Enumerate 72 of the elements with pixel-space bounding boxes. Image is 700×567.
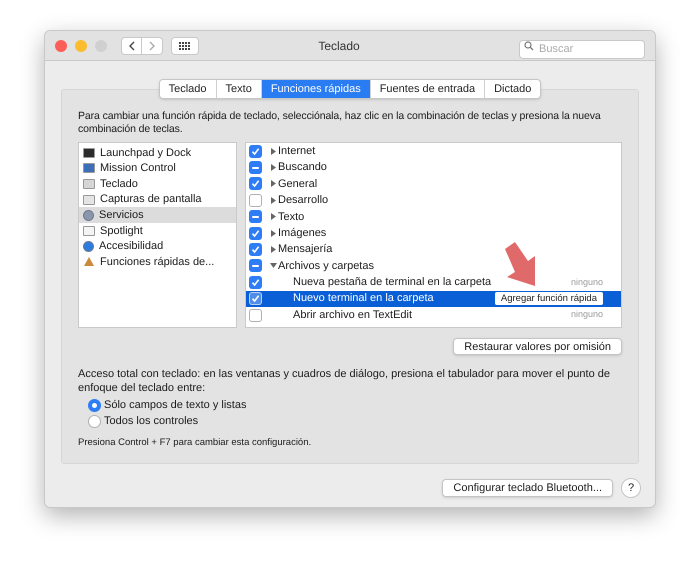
checkbox[interactable] — [249, 276, 262, 289]
checkbox[interactable] — [249, 308, 262, 322]
add-shortcut-button[interactable]: Agregar función rápida — [494, 292, 603, 306]
category-label: Capturas de pantalla — [100, 192, 202, 208]
close-button[interactable] — [55, 40, 67, 52]
tab[interactable]: Funciones rápidas — [260, 80, 370, 98]
service-group: Buscando — [278, 159, 327, 176]
service-group: Archivos y carpetas — [278, 258, 374, 274]
grid-icon — [179, 42, 191, 50]
disclosure-icon[interactable] — [270, 230, 277, 237]
category-item[interactable]: Funciones rápidas de... — [79, 254, 236, 270]
category-label: Spotlight — [100, 224, 143, 239]
window-title: Teclado — [317, 38, 361, 54]
disclosure-icon[interactable] — [270, 262, 277, 270]
disclosure-icon[interactable] — [270, 180, 277, 188]
shortcut-value: ninguno — [570, 308, 603, 322]
category-item[interactable]: Spotlight — [79, 222, 236, 239]
service-group: Internet — [278, 143, 316, 160]
forward-icon — [148, 40, 156, 50]
category-item[interactable]: Servicios — [79, 207, 236, 223]
service-group: Texto — [278, 208, 304, 226]
service-label: Nuevo terminal en la carpeta — [293, 291, 435, 306]
service-group: General — [278, 176, 318, 192]
search-field[interactable]: Buscar — [519, 40, 645, 58]
category-item[interactable]: Launchpad y Dock — [79, 145, 236, 161]
category-label: Accesibilidad — [99, 239, 164, 254]
service-group: Imágenes — [278, 224, 326, 242]
category-label: Funciones rápidas de... — [100, 254, 214, 270]
category-label: Mission Control — [100, 161, 176, 176]
disclosure-icon[interactable] — [270, 196, 277, 204]
checkbox[interactable] — [249, 177, 262, 190]
service-group: Mensajería — [278, 241, 332, 258]
hint-text: Presiona Control + F7 para cambiar esta configuración. — [78, 436, 312, 450]
tab[interactable]: Dictado — [484, 80, 540, 98]
checkbox[interactable] — [249, 161, 262, 174]
help-button[interactable]: ? — [621, 478, 641, 498]
instructions-text: Para cambiar una función rápida de teclado, selecciónala, haz clic en la combinación de teclas y presiona la nueva combinación de teclas. — [78, 110, 602, 136]
disclosure-icon[interactable] — [270, 148, 277, 155]
disclosure-icon[interactable] — [270, 213, 277, 220]
checkbox[interactable] — [249, 243, 262, 256]
checkbox[interactable] — [249, 144, 262, 158]
show-all-button[interactable] — [171, 36, 199, 54]
service-group: Desarrollo — [278, 192, 328, 209]
service-row[interactable]: Nuevo terminal en la carpeta Agregar función rápida — [246, 290, 621, 307]
back-icon — [128, 40, 135, 50]
category-item[interactable]: Mission Control — [79, 160, 236, 176]
category-label: Servicios — [99, 208, 144, 223]
checkbox[interactable] — [249, 210, 262, 224]
disclosure-icon[interactable] — [270, 164, 277, 172]
category-label: Teclado — [100, 176, 138, 192]
service-label: Nueva pestaña de terminal en la carpeta — [293, 275, 492, 290]
category-label: Launchpad y Dock — [100, 146, 192, 161]
radio-label: Todos los controles — [104, 414, 198, 429]
shortcut-value: ninguno — [570, 276, 603, 289]
service-label: Abrir archivo en TextEdit — [293, 308, 414, 323]
keyboard-access-text: Acceso total con teclado: en las ventanas y cuadros de diálogo, presiona el tabulador para mover el punto de enfoque del teclado entre: — [78, 367, 612, 395]
checkbox[interactable] — [249, 226, 262, 240]
tab[interactable]: Fuentes de entrada — [370, 80, 484, 98]
category-item[interactable]: Accesibilidad — [79, 238, 236, 254]
radio-label: Sólo campos de texto y listas — [104, 398, 246, 413]
checkbox[interactable] — [249, 194, 262, 207]
restore-defaults-button[interactable]: Restaurar valores por omisión — [453, 338, 622, 355]
disclosure-icon[interactable] — [270, 246, 277, 254]
back-button[interactable] — [121, 36, 142, 54]
category-item[interactable]: Capturas de pantalla — [79, 192, 236, 208]
service-row[interactable]: Abrir archivo en TextEdit ninguno — [246, 306, 621, 324]
service-row[interactable]: Nueva pestaña de terminal en la carpeta ninguno — [246, 274, 621, 291]
search-icon — [524, 41, 534, 51]
category-item[interactable]: Teclado — [79, 176, 236, 192]
checkbox[interactable] — [249, 259, 262, 272]
bluetooth-setup-button[interactable]: Configurar teclado Bluetooth... — [442, 479, 613, 497]
tab[interactable]: Teclado — [160, 80, 216, 98]
